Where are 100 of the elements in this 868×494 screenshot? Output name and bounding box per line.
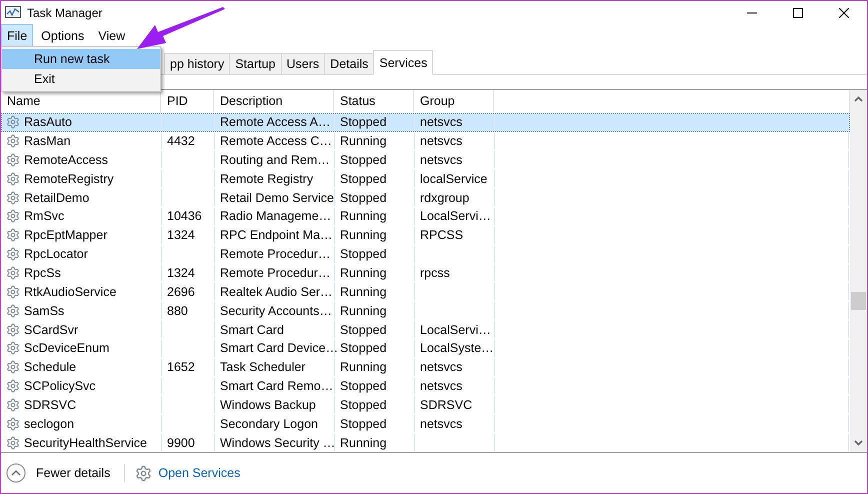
menu-item[interactable]: View [92, 24, 132, 48]
table-cell: Remote Access C… [220, 134, 332, 148]
table-cell: 10436 [167, 209, 202, 224]
gear-icon [6, 436, 20, 450]
table-cell: RPC Endpoint Ma… [220, 228, 333, 242]
table-row[interactable]: SCPolicySvc Smart Card Remo… Stopped netsvcs [1, 376, 850, 396]
tab[interactable]: Services [373, 50, 434, 75]
tab[interactable]: pp history [164, 53, 230, 75]
table-cell: RtkAudioService [24, 284, 116, 299]
table-cell: Schedule [24, 360, 76, 374]
table-cell: Radio Manageme… [220, 209, 332, 224]
table-cell: Stopped [340, 341, 387, 356]
table-row[interactable]: RemoteRegistry Remote Registry Stopped localService [1, 169, 850, 188]
scrollbar[interactable] [850, 90, 867, 452]
table-cell: Running [340, 266, 387, 280]
table-row[interactable]: RtkAudioService 2696 Realtek Audio Ser… Running [1, 282, 850, 302]
table-row[interactable]: SamSs 880 Security Accounts… Running [1, 301, 850, 320]
table-cell: Smart Card Remo… [220, 379, 334, 394]
table-cell: Running [340, 284, 387, 299]
scroll-thumb[interactable] [851, 292, 866, 310]
table-cell: SCPolicySvc [24, 379, 96, 394]
table-cell: Stopped [340, 416, 387, 431]
tab[interactable]: Users [280, 53, 326, 75]
table-cell: ScDeviceEnum [24, 341, 110, 356]
table-row[interactable]: RpcSs 1324 Remote Procedur… Running rpcss [1, 264, 850, 282]
fewer-details-button[interactable]: Fewer details [32, 466, 114, 480]
table-cell: 1652 [167, 360, 195, 374]
table-cell: RpcLocator [24, 247, 88, 262]
table-row[interactable]: RmSvc 10436 Radio Manageme… Running LocalServi… [1, 207, 850, 226]
gear-icon [6, 209, 20, 224]
table-cell: RasAuto [24, 115, 72, 130]
table-cell: Running [340, 134, 387, 148]
table-row[interactable]: RetailDemo Retail Demo Service Stopped rdxgroup [1, 188, 850, 208]
table-cell: Running [340, 228, 387, 242]
scroll-down-icon[interactable] [854, 440, 863, 446]
close-icon [839, 8, 849, 18]
table-row[interactable]: RpcEptMapper 1324 RPC Endpoint Ma… Running RPCSS [1, 226, 850, 245]
table-cell: Remote Procedur… [220, 247, 330, 262]
gear-icon [6, 398, 20, 412]
table-cell: netsvcs [420, 115, 462, 130]
gear-icon [6, 322, 20, 336]
menu-option[interactable]: Run new task [2, 49, 160, 69]
table-cell: rpcss [420, 266, 450, 280]
tab[interactable]: Startup [229, 53, 282, 75]
table-cell: Retail Demo Service [220, 190, 334, 205]
table-cell: SecurityHealthService [24, 436, 147, 450]
table-cell: Running [340, 209, 387, 224]
collapse-icon[interactable] [6, 463, 26, 483]
table-cell: Realtek Audio Ser… [220, 284, 333, 299]
table-cell: Stopped [340, 247, 387, 262]
table-cell: Stopped [340, 115, 387, 130]
table-row[interactable]: RpcLocator Remote Procedur… Stopped [1, 244, 850, 264]
table-cell: 1324 [167, 228, 195, 242]
table-cell: Stopped [340, 152, 387, 167]
table-cell: Secondary Logon [220, 416, 318, 431]
table-cell: Smart Card Device… [220, 341, 338, 356]
table-row[interactable]: Schedule 1652 Task Scheduler Running netsvcs [1, 358, 850, 377]
table-cell: SDRSVC [420, 398, 472, 412]
table-row[interactable]: SCardSvr Smart Card Stopped LocalServi… [1, 320, 850, 339]
menu-option[interactable]: Exit [2, 69, 160, 89]
table-cell: 1324 [167, 266, 195, 280]
table-cell: Running [340, 360, 387, 374]
gear-icon [6, 360, 20, 374]
table-row[interactable]: SDRSVC Windows Backup Stopped SDRSVC [1, 395, 850, 414]
table-cell: Routing and Rem… [220, 152, 330, 167]
table-row[interactable]: RasMan 4432 Remote Access C… Running netsvcs [1, 132, 850, 150]
table-row[interactable]: RemoteAccess Routing and Rem… Stopped netsvcs [1, 150, 850, 170]
scroll-up-icon[interactable] [854, 96, 863, 102]
gear-icon [6, 416, 20, 431]
table-row[interactable]: RasAuto Remote Access A… Stopped netsvcs [1, 112, 850, 132]
menu-item[interactable]: Options [35, 24, 90, 48]
table-cell: LocalServi… [420, 209, 491, 224]
table-cell: RmSvc [24, 209, 64, 224]
table-cell: RasMan [24, 134, 71, 148]
table-cell: Stopped [340, 379, 387, 394]
gear-icon [135, 464, 152, 482]
open-services-link[interactable]: Open Services [158, 466, 240, 480]
table-cell: RemoteAccess [24, 152, 108, 167]
table-cell: Stopped [340, 190, 387, 205]
table-cell: SDRSVC [24, 398, 76, 412]
table-cell: LocalServi… [420, 322, 491, 336]
menu-item[interactable]: File [1, 24, 34, 48]
gear-icon [6, 304, 20, 318]
table-cell: netsvcs [420, 134, 462, 148]
table-cell: RetailDemo [24, 190, 90, 205]
gear-icon [6, 284, 20, 299]
table-row[interactable]: SecurityHealthService 9900 Windows Security … Running [1, 433, 850, 452]
gear-icon [6, 341, 20, 356]
table-row[interactable]: seclogon Secondary Logon Stopped netsvcs [1, 414, 850, 434]
table-cell: Remote Procedur… [220, 266, 330, 280]
table-cell: Stopped [340, 322, 387, 336]
table-cell: Windows Security … [220, 436, 336, 450]
table-cell: Remote Registry [220, 172, 314, 186]
table-cell: RPCSS [420, 228, 464, 242]
maximize-icon [793, 8, 803, 18]
tab[interactable]: Details [324, 53, 374, 75]
table-row[interactable]: ScDeviceEnum Smart Card Device…Stopped LocalSyste… [1, 338, 850, 358]
table-cell: 9900 [167, 436, 195, 450]
gear-icon [6, 152, 20, 167]
window-title: Task Manager [27, 6, 104, 20]
